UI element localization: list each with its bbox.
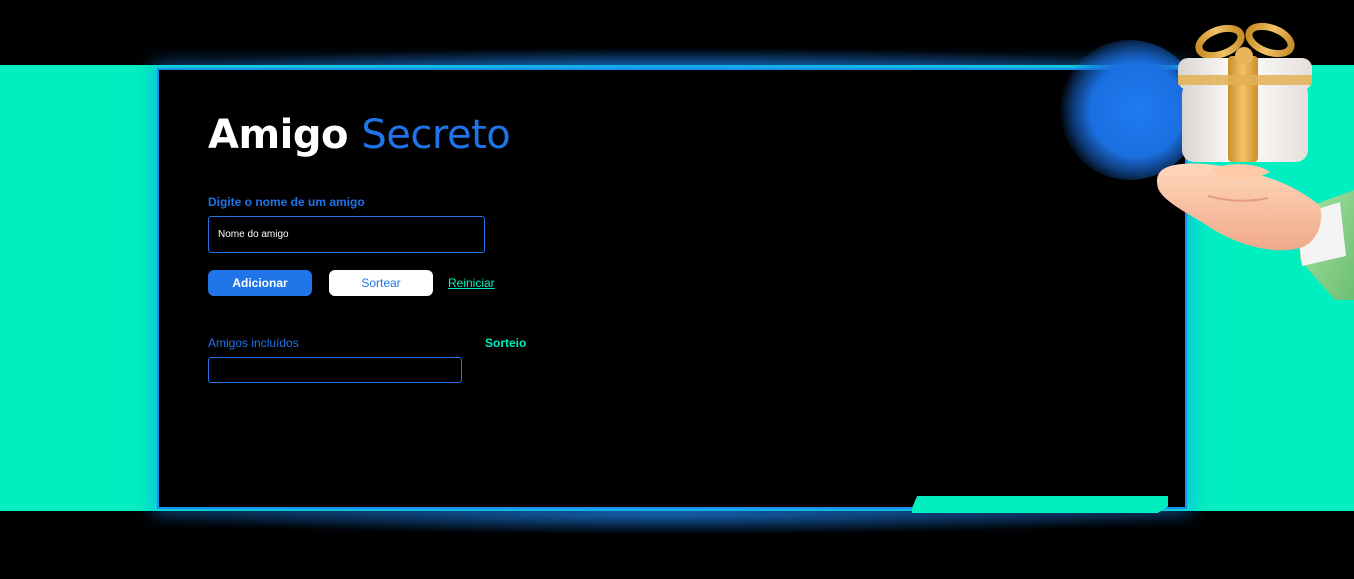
decorative-tab-strip: [912, 496, 1168, 513]
draw-button[interactable]: Sortear: [329, 270, 433, 296]
gift-in-hand-icon: [1156, 22, 1354, 300]
reset-link[interactable]: Reiniciar: [448, 276, 495, 290]
page-title: Amigo Secreto: [208, 112, 511, 158]
title-accent: Secreto: [361, 112, 511, 158]
friends-list: [208, 357, 462, 383]
friend-name-input[interactable]: [208, 216, 485, 253]
page-background: Amigo Secreto Digite o nome de um amigo …: [0, 0, 1354, 579]
draw-result-label: Sorteio: [485, 336, 527, 350]
title-main: Amigo: [208, 112, 348, 158]
friends-list-label: Amigos incluídos: [208, 336, 299, 350]
add-button[interactable]: Adicionar: [208, 270, 312, 296]
friend-name-label: Digite o nome de um amigo: [208, 195, 365, 209]
